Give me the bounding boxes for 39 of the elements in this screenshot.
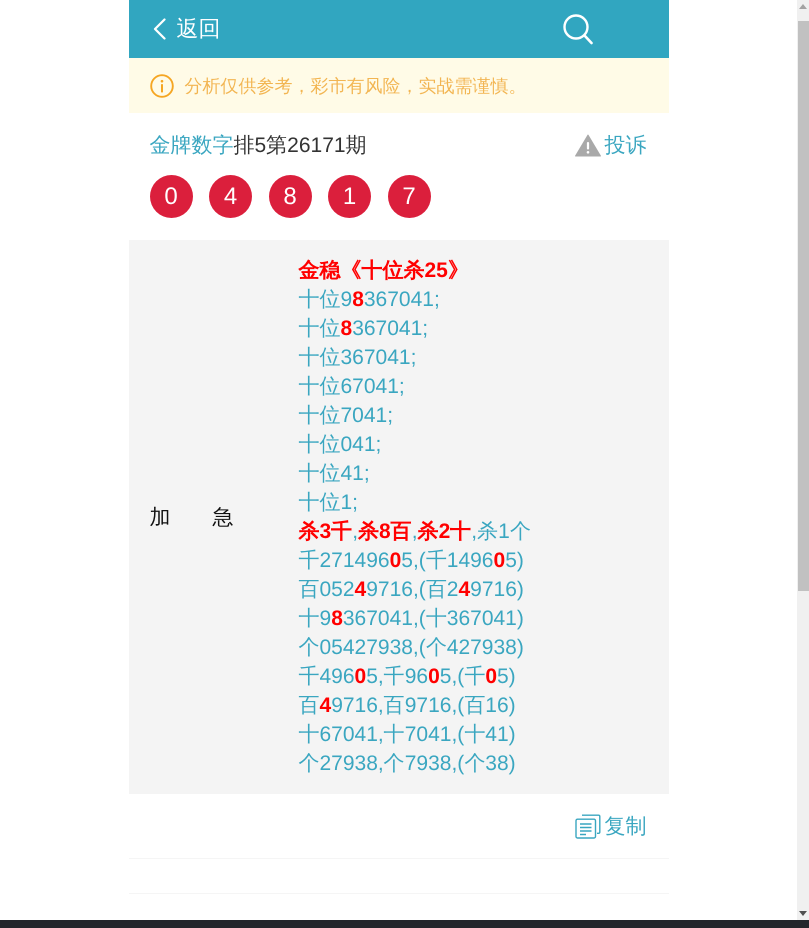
analysis-line: 十位7041; [298,403,394,429]
number-ball: 8 [268,175,312,218]
analysis-line: 个05427938,(个427938) [298,635,524,661]
author-link[interactable]: 金牌数字 [150,131,234,159]
analysis-line: 千49605,千9605,(千05) [298,664,516,690]
analysis-line: 金稳《十位杀25》 [298,258,469,284]
warning-icon [574,134,600,156]
analysis-line: 十位367041; [298,345,416,371]
number-ball: 1 [328,175,371,218]
chevron-left-icon [152,18,166,40]
analysis-line: 十67041,十7041,(十41) [298,722,516,748]
analysis-line: 千27149605,(千149605) [298,548,524,574]
scrollbar-thumb[interactable] [798,21,808,591]
analysis-line: 个27938,个7938,(个38) [298,751,516,777]
analysis-line: 百49716,百9716,(百16) [298,693,516,719]
scrollbar-track[interactable] [797,0,809,920]
analysis-line: 十位1; [298,490,358,516]
report-button[interactable]: 投诉 [574,131,646,159]
back-button[interactable]: 返回 [152,14,220,44]
analysis-line: 十位67041; [298,374,405,400]
panel-label: 加 急 [150,506,234,529]
info-icon [150,74,174,98]
scroll-down-icon[interactable] [799,911,807,916]
scroll-up-icon[interactable] [799,4,807,9]
analysis-line: 十位8367041; [298,316,428,342]
analysis-line: 十98367041,(十367041) [298,606,524,632]
analysis-line: 十位041; [298,432,382,458]
search-icon[interactable] [562,14,592,44]
notice-text: 分析仅供参考，彩市有风险，实战需谨慎。 [184,74,526,98]
copy-icon [574,814,600,838]
analysis-line: 十位98367041; [298,287,440,313]
number-ball: 4 [209,175,252,218]
number-ball: 0 [150,175,192,218]
number-ball: 7 [388,175,430,218]
copy-button[interactable]: 复制 [574,812,646,840]
analysis-line: 十位41; [298,461,370,487]
analysis-line: 百05249716,(百249716) [298,577,524,603]
analysis-line: 杀3千,杀8百,杀2十,杀1个 [298,519,531,545]
issue-title: 排5第26171期 [234,133,367,159]
